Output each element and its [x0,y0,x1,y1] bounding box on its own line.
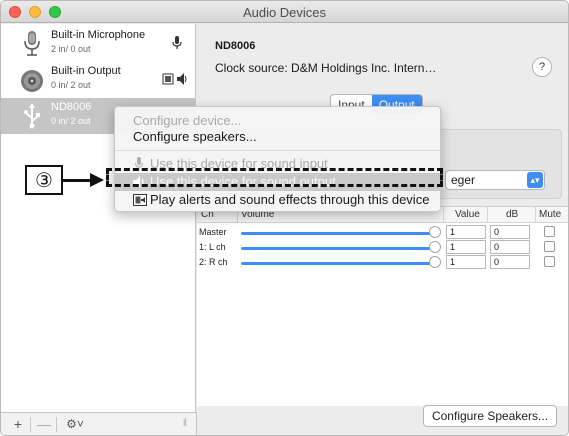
mute-checkbox[interactable] [544,256,555,267]
device-name: ND8006 [51,101,92,113]
device-detail-pane: ND8006 Clock source: D&M Holdings Inc. I… [197,24,568,435]
device-item-built-in-microphone[interactable]: Built-in Microphone 2 in/ 0 out [1,26,196,62]
db-field[interactable]: 0 [490,255,530,269]
output-speaker-badge-icon [162,73,187,85]
volume-slider-track[interactable] [241,247,432,250]
add-device-button[interactable]: + [7,415,29,434]
channel-name: 2: R ch [199,257,228,267]
divider [535,207,536,223]
step-callout: ③ [25,165,63,195]
menu-divider [115,150,440,151]
microphone-icon [24,31,40,56]
value-field[interactable]: 1 [446,240,486,254]
chevron-up-down-icon: ▴▾ [527,172,543,188]
gear-menu-button[interactable]: ⚙˅ [59,415,91,434]
device-io: 2 in/ 0 out [51,44,91,54]
channel-name: Master [199,227,227,237]
device-io: 0 in/ 2 out [51,116,91,126]
device-title: ND8006 [215,40,256,52]
input-microphone-badge-icon [172,36,182,49]
divider [487,207,488,223]
volume-slider-track[interactable] [241,232,432,235]
resize-grip-icon[interactable]: ‖ [179,415,191,434]
volume-table: Ch Volume Value dB Mute Master 1 0 1: L … [197,206,568,406]
db-field[interactable]: 0 [490,225,530,239]
configure-speakers-button[interactable]: Configure Speakers... [423,405,557,427]
divider [30,417,31,432]
column-header-value: Value [455,209,480,220]
speaker-icon [21,70,43,92]
format-select[interactable]: eger ▴▾ [445,170,545,190]
device-context-menu: Configure device... Configure speakers..… [114,106,441,212]
callout-arrow-line [63,179,93,182]
value-field[interactable]: 1 [446,225,486,239]
divider [443,207,444,223]
menu-item-configure-speakers[interactable]: Configure speakers... [115,128,440,146]
table-row: Master 1 0 [197,225,568,240]
column-header-db: dB [506,209,519,220]
audio-devices-window: Audio Devices Built-in Microphone 2 in/ … [0,0,569,436]
window-title: Audio Devices [242,5,327,20]
table-row: 1: L ch 1 0 [197,240,568,255]
title-bar: Audio Devices [1,1,568,23]
db-field[interactable]: 0 [490,240,530,254]
menu-item-label: Configure speakers... [133,129,257,144]
volume-slider-knob[interactable] [429,226,441,238]
table-row: 2: R ch 1 0 [197,255,568,270]
mute-checkbox[interactable] [544,241,555,252]
channel-name: 1: L ch [199,242,226,252]
volume-slider-knob[interactable] [429,256,441,268]
help-button[interactable]: ? [532,57,552,77]
value-field[interactable]: 1 [446,255,486,269]
mute-checkbox[interactable] [544,226,555,237]
column-header-mute: Mute [539,209,562,220]
format-select-value: eger [451,173,476,187]
volume-slider-knob[interactable] [429,241,441,253]
menu-item-label: Play alerts and sound effects through th… [150,192,430,207]
volume-slider-track[interactable] [241,262,432,265]
clock-source: Clock source: D&M Holdings Inc. Intern… [215,61,437,75]
highlight-dashed-box [106,168,443,187]
divider [56,417,57,432]
arrow-right-icon [90,173,104,187]
device-name: Built-in Output [51,65,121,77]
menu-item-play-alerts[interactable]: Play alerts and sound effects through th… [115,191,440,209]
device-io: 0 in/ 2 out [51,80,91,90]
remove-device-button[interactable]: — [33,415,55,434]
device-name: Built-in Microphone [51,29,146,41]
device-list: Built-in Microphone 2 in/ 0 out Built-in… [1,24,196,412]
usb-icon [24,103,40,129]
device-item-built-in-output[interactable]: Built-in Output 0 in/ 2 out [1,62,196,98]
device-list-toolbar: + — ⚙˅ ‖ [1,412,197,435]
alert-speaker-icon [133,194,147,206]
